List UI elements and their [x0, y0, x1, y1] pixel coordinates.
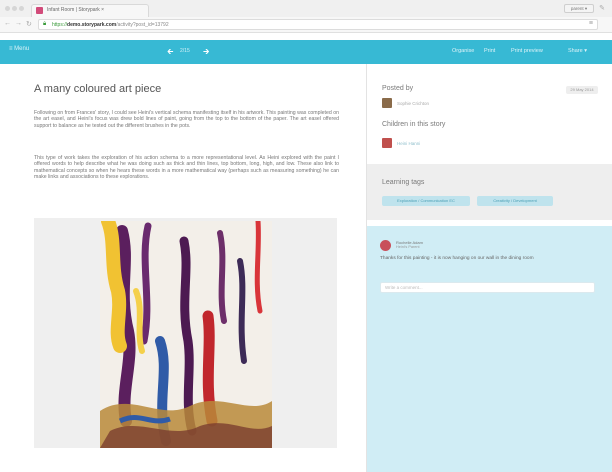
artwork-photo[interactable] — [100, 221, 272, 448]
url-host: demo.storypark.com — [67, 21, 117, 28]
window-maximize-dot[interactable] — [19, 6, 24, 11]
learning-tags-panel — [367, 164, 612, 220]
story-meta-panel — [367, 64, 612, 164]
storypark-favicon-icon — [36, 7, 43, 14]
story-title: A many coloured art piece — [34, 83, 162, 95]
child-name-link[interactable]: Heini Hanni — [397, 141, 420, 146]
address-bar[interactable]: 🔒︎ https://demo.storypark.com/activity?p… — [38, 19, 598, 30]
menu-button[interactable]: ≡ Menu — [9, 46, 29, 52]
comments-panel — [367, 226, 612, 472]
author-name[interactable]: Sophie Crichton — [397, 101, 429, 106]
print-link[interactable]: Print — [484, 48, 495, 54]
wrench-icon[interactable]: ✎ — [599, 4, 605, 12]
learning-tag[interactable]: Exploration / Communication EC — [382, 196, 470, 206]
child-avatar[interactable] — [382, 138, 392, 148]
arrow-right-icon[interactable]: 🡲 — [203, 46, 209, 60]
learning-tag[interactable]: Creativity / Development — [477, 196, 553, 206]
url-protocol: https:// — [52, 21, 68, 28]
url-text: https://demo.storypark.com/activity?post… — [52, 22, 169, 28]
date-badge: 29 May 2014 — [566, 86, 598, 94]
arrow-left-icon[interactable]: 🡰 — [167, 46, 173, 60]
learning-tags-label: Learning tags — [382, 179, 425, 186]
browser-user-chip[interactable]: parent ▾ — [564, 4, 594, 13]
lock-icon: 🔒︎ — [43, 21, 47, 27]
url-path: /activity?post_id=13792 — [116, 21, 169, 28]
author-avatar[interactable] — [382, 98, 392, 108]
organise-link[interactable]: Organise — [452, 48, 474, 54]
forward-icon[interactable]: → — [15, 20, 22, 27]
story-paragraph-2: This type of work takes the exploration … — [34, 155, 339, 180]
browser-tab-strip: Infant Room | Storypark × parent ▾ ✎ — [0, 0, 612, 17]
browser-toolbar: ← → ↻ 🔒︎ https://demo.storypark.com/acti… — [0, 17, 612, 33]
print-preview-link[interactable]: Print preview — [511, 48, 543, 54]
painting-illustration — [100, 221, 272, 448]
story-paragraph-1: Following on from Frances' story, I coul… — [34, 110, 339, 129]
window-close-dot[interactable] — [5, 6, 10, 11]
app-navbar: ≡ Menu 🡰 2/15 🡲 Organise Print Print pre… — [0, 40, 612, 64]
back-icon[interactable]: ← — [4, 20, 11, 27]
share-button[interactable]: Share ▾ — [568, 48, 587, 54]
window-minimize-dot[interactable] — [12, 6, 17, 11]
posted-by-label: Posted by — [382, 85, 414, 92]
comment-input[interactable]: Write a comment... — [380, 282, 595, 293]
comment-author-role: Heini's Parent — [396, 245, 420, 249]
reload-icon[interactable]: ↻ — [26, 20, 32, 28]
browser-tab[interactable]: Infant Room | Storypark × — [31, 4, 149, 17]
comment-text: Thanks for this painting - it is now han… — [380, 256, 534, 261]
story-counter: 2/15 — [180, 47, 190, 54]
browser-menu-icon[interactable]: ≡ — [589, 20, 593, 27]
children-label: Children in this story — [382, 121, 446, 128]
commenter-avatar[interactable] — [380, 240, 391, 251]
tab-title: Infant Room | Storypark × — [47, 7, 105, 13]
